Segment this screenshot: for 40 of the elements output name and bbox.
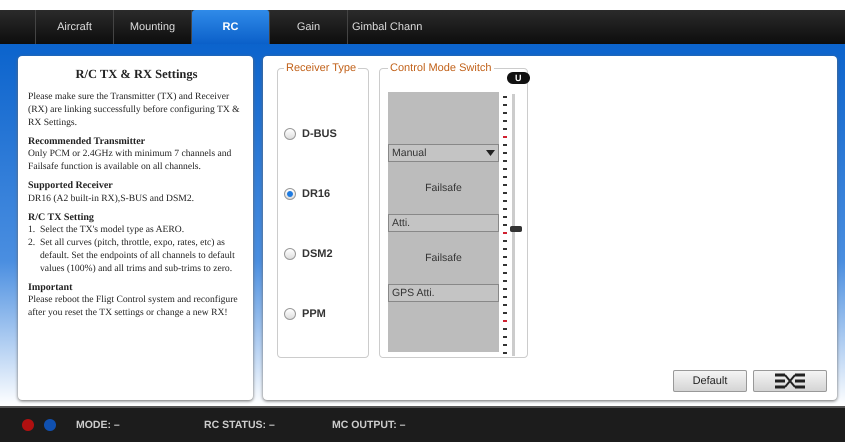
section-heading: Recommended Transmitter: [28, 134, 146, 148]
section-heading: R/C TX Setting: [28, 210, 95, 224]
mode-field: Atti.: [388, 214, 499, 232]
section-heading: Supported Receiver: [28, 179, 114, 193]
step-number: 1.: [28, 224, 36, 237]
tab[interactable]: RC: [192, 10, 270, 44]
crossing-lines-icon: [773, 373, 807, 389]
radio-label[interactable]: DR16: [302, 188, 330, 200]
status-item: RC STATUS: –: [204, 419, 276, 431]
radio-label[interactable]: PPM: [302, 308, 326, 320]
caret-icon: [486, 150, 495, 156]
radio-button[interactable]: [284, 188, 296, 200]
radio-button[interactable]: [284, 248, 296, 260]
group-title: Control Mode Switch: [389, 62, 492, 74]
mode-dropdown[interactable]: Manual: [388, 144, 499, 162]
paragraph: Please reboot the Fligt Control system and reconfigure after you reset the TX settings or change a new RX!: [28, 294, 239, 320]
panel-title: R/C TX & RX Settings: [74, 66, 198, 83]
section-heading: Important: [28, 280, 74, 294]
radio-label[interactable]: D-BUS: [302, 128, 337, 140]
status-item: MC OUTPUT: –: [332, 419, 406, 431]
radio-button[interactable]: [284, 128, 296, 140]
default-button[interactable]: Default: [673, 370, 747, 392]
step-number: 2.: [28, 236, 36, 250]
step-text: Select the TX's model type as AERO.: [40, 224, 184, 237]
slider-thumb[interactable]: [510, 226, 522, 232]
group-title: Receiver Type: [285, 62, 358, 74]
mode-label: Failsafe: [424, 251, 463, 266]
mapping-button[interactable]: [753, 370, 827, 392]
mode-label: Failsafe: [424, 181, 463, 196]
paragraph: DR16 (A2 built-in RX),S-BUS and DSM2.: [28, 192, 196, 206]
tab[interactable]: Gimbal Chann: [348, 10, 438, 44]
radio-label[interactable]: DSM2: [302, 248, 333, 260]
step-text: Set all curves (pitch, throttle, expo, rates, etc) as default. Set the endpoints of all channels to default values (100%) and all trims and sub-trims to zero.: [40, 236, 236, 276]
radio-button[interactable]: [284, 308, 296, 320]
paragraph: Please make sure the Transmitter (TX) and Receiver (RX) are linking successfully before configuring TX & RX Settings.: [28, 90, 241, 130]
paragraph: Only PCM or 2.4GHz with minimum 7 channels and Failsafe function is available on all channels.: [28, 148, 232, 174]
slider-track[interactable]: [503, 94, 523, 356]
mode-field: GPS Atti.: [388, 284, 499, 302]
channel-tag: U: [507, 72, 530, 84]
status-item: MODE: –: [76, 419, 121, 431]
